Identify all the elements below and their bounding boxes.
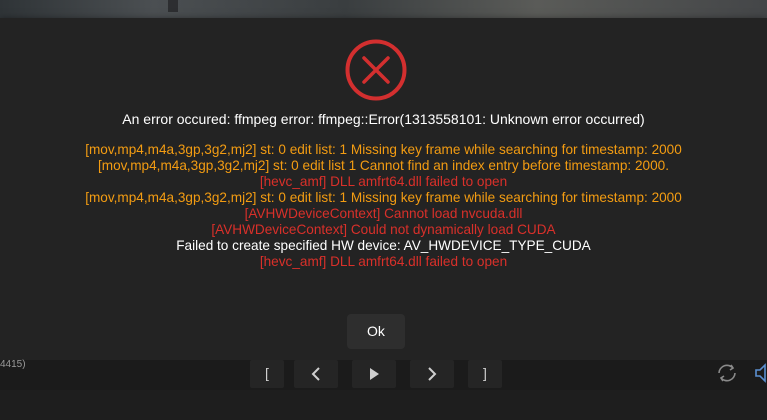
error-dialog: An error occured: ffmpeg error: ffmpeg::… — [0, 18, 767, 360]
error-title: An error occured: ffmpeg error: ffmpeg::… — [122, 111, 645, 127]
volume-icon[interactable] — [754, 362, 767, 384]
player-controls-bar: 4415) [ ] — [0, 360, 767, 390]
side-label: 4415) — [0, 359, 26, 370]
play-button[interactable] — [352, 360, 396, 388]
next-frame-button[interactable] — [410, 360, 454, 388]
log-line: [AVHWDeviceContext] Cannot load nvcuda.d… — [244, 206, 523, 221]
chevron-right-icon — [428, 367, 437, 381]
bottom-panel — [0, 390, 767, 420]
play-icon — [370, 368, 379, 380]
log-line: [AVHWDeviceContext] Could not dynamicall… — [211, 222, 556, 237]
error-messages: An error occured: ffmpeg error: ffmpeg::… — [0, 111, 767, 270]
error-circle-x-icon — [345, 39, 407, 101]
ok-button[interactable]: Ok — [347, 314, 405, 349]
chevron-left-icon — [311, 367, 320, 381]
app-root: An error occured: ffmpeg error: ffmpeg::… — [0, 0, 767, 420]
log-line: [mov,mp4,m4a,3gp,3g2,mj2] st: 0 edit lis… — [85, 190, 682, 205]
log-line: [mov,mp4,m4a,3gp,3g2,mj2] st: 0 edit lis… — [85, 142, 682, 157]
previous-frame-button[interactable] — [294, 360, 338, 388]
log-line: Failed to create specified HW device: AV… — [176, 238, 591, 253]
log-line: [mov,mp4,m4a,3gp,3g2,mj2] st: 0 edit lis… — [98, 158, 669, 173]
mark-in-button[interactable]: [ — [250, 360, 284, 388]
log-line: [hevc_amf] DLL amfrt64.dll failed to ope… — [259, 174, 508, 189]
rotate-icon[interactable] — [714, 362, 740, 384]
background-video-frame — [0, 0, 767, 18]
mark-out-button[interactable]: ] — [468, 360, 502, 388]
log-line: [hevc_amf] DLL amfrt64.dll failed to ope… — [259, 254, 508, 269]
